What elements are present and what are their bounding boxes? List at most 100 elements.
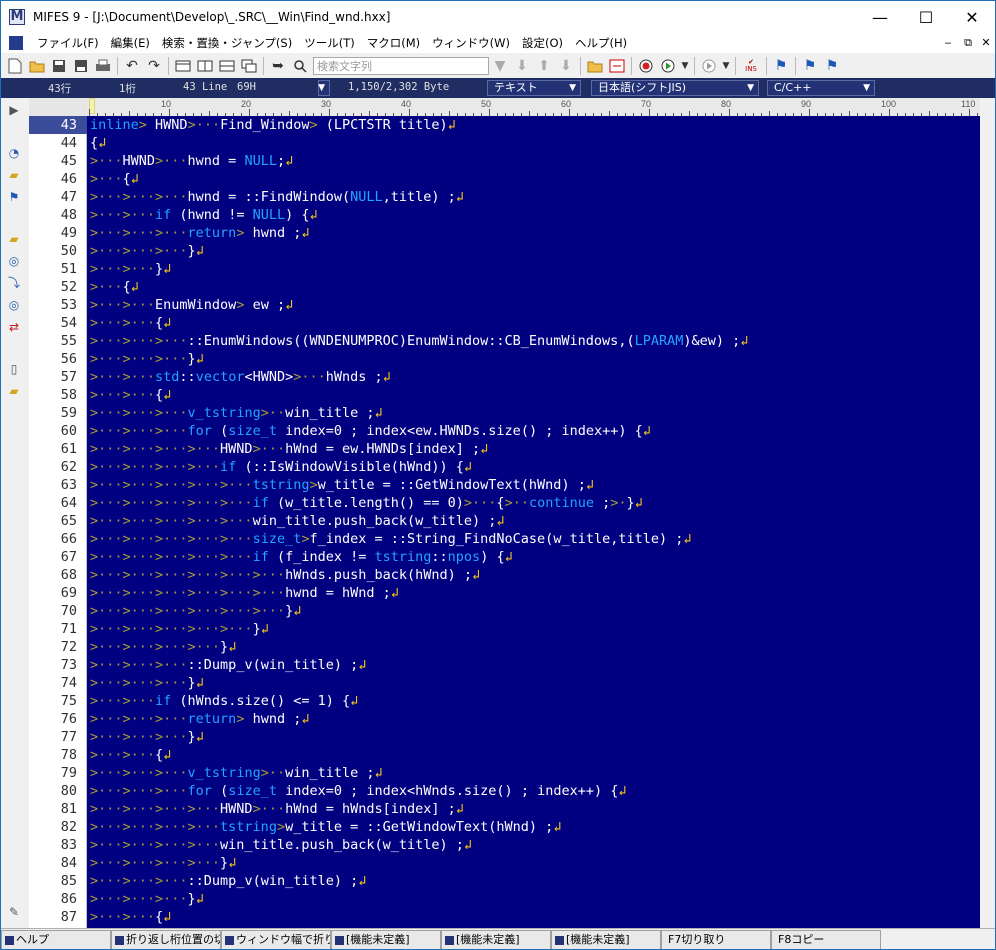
side-replace-icon[interactable]: ◎ — [5, 297, 23, 313]
code-line[interactable]: >···>···>···>···}↲ — [90, 638, 236, 656]
document-icon[interactable] — [9, 36, 23, 50]
line-number[interactable]: 67 — [29, 548, 77, 566]
line-number[interactable]: 59 — [29, 404, 77, 422]
line-number[interactable]: 66 — [29, 530, 77, 548]
flag-icon[interactable]: ⚑ — [770, 55, 792, 77]
title-bar[interactable]: M MIFES 9 - [J:\Document\Develop\_.SRC\_… — [1, 1, 995, 33]
line-number[interactable]: 78 — [29, 746, 77, 764]
code-line[interactable]: >···>···>···::EnumWindows((WNDENUMPROC)E… — [90, 332, 748, 350]
save-all-icon[interactable] — [70, 55, 92, 77]
menu-tools[interactable]: ツール(T) — [298, 33, 361, 53]
tile-icon[interactable] — [216, 55, 238, 77]
mode-dropdown[interactable]: テキスト ▼ — [487, 80, 581, 96]
code-line[interactable]: >···>···>···hwnd = ::FindWindow(NULL,tit… — [90, 188, 464, 206]
line-number[interactable]: 57 — [29, 368, 77, 386]
menu-edit[interactable]: 編集(E) — [105, 33, 156, 53]
line-number[interactable]: 45 — [29, 152, 77, 170]
code-line[interactable]: >···>···>···>···>···size_t>f_index = ::S… — [90, 530, 692, 548]
code-line[interactable]: >···>···>···>···}↲ — [90, 854, 236, 872]
line-number[interactable]: 79 — [29, 764, 77, 782]
step-macro-dropdown-icon[interactable]: ▼ — [720, 55, 732, 77]
menu-search[interactable]: 検索・置換・ジャンプ(S) — [156, 33, 298, 53]
code-line[interactable]: >···>···>···return> hwnd ;↲ — [90, 224, 310, 242]
line-number[interactable]: 48 — [29, 206, 77, 224]
jump-icon[interactable]: ➥ — [267, 55, 289, 77]
side-open-folder-icon[interactable]: ▰ — [5, 383, 23, 399]
line-number[interactable]: 62 — [29, 458, 77, 476]
code-line[interactable]: >···>···>···::Dump_v(win_title) ;↲ — [90, 656, 366, 674]
language-dropdown[interactable]: C/C++ ▼ — [767, 80, 875, 96]
code-line[interactable]: >···>···>···>···if (::IsWindowVisible(hW… — [90, 458, 472, 476]
line-number[interactable]: 71 — [29, 620, 77, 638]
side-compare-icon[interactable]: ⇄ — [5, 319, 23, 335]
line-number[interactable]: 47 — [29, 188, 77, 206]
line-number[interactable]: 81 — [29, 800, 77, 818]
line-number[interactable]: 46 — [29, 170, 77, 188]
code-line[interactable]: >···>···{↲ — [90, 314, 171, 332]
side-history-icon[interactable]: ◔ — [5, 145, 23, 161]
play-macro-icon[interactable] — [657, 55, 679, 77]
line-number[interactable]: 83 — [29, 836, 77, 854]
line-number[interactable]: 65 — [29, 512, 77, 530]
code-line[interactable]: >···>···>···::Dump_v(win_title) ;↲ — [90, 872, 366, 890]
line-number[interactable]: 72 — [29, 638, 77, 656]
code-line[interactable]: >···>···{↲ — [90, 746, 171, 764]
side-new-file-icon[interactable]: ▯ — [5, 361, 23, 377]
line-number[interactable]: 55 — [29, 332, 77, 350]
line-number[interactable]: 50 — [29, 242, 77, 260]
code-line[interactable]: >···>···>···>···HWND>···hWnd = hWnds[ind… — [90, 800, 464, 818]
line-number-gutter[interactable]: 43 44 45 46 47 48 49 50 51 52 53 54 55 56 57 58 59 60 61 62… — [29, 116, 87, 928]
code-line[interactable]: >···>···>···>···>···>···}↲ — [90, 602, 301, 620]
code-line[interactable]: >···>···>···>···>···if (f_index != tstri… — [90, 548, 513, 566]
function-key-4[interactable]: [機能未定義] — [331, 929, 441, 949]
play-macro-dropdown-icon[interactable]: ▼ — [679, 55, 691, 77]
step-macro-icon[interactable] — [698, 55, 720, 77]
side-folder-icon[interactable]: ▰ — [5, 167, 23, 183]
line-number[interactable]: 69 — [29, 584, 77, 602]
line-number[interactable]: 54 — [29, 314, 77, 332]
maximize-button[interactable]: ☐ — [903, 1, 949, 33]
flag-next-icon[interactable]: ⚑ — [821, 55, 843, 77]
save-icon[interactable] — [48, 55, 70, 77]
vertical-scrollbar[interactable] — [980, 98, 995, 928]
char-code-dropdown[interactable]: ▼ — [318, 80, 330, 96]
search-down-icon[interactable]: ⬇ — [511, 55, 533, 77]
line-number[interactable]: 73 — [29, 656, 77, 674]
print-icon[interactable] — [92, 55, 114, 77]
code-line[interactable]: >···>···{↲ — [90, 386, 171, 404]
line-number[interactable]: 80 — [29, 782, 77, 800]
editor-text-area[interactable]: 43 44 45 46 47 48 49 50 51 52 53 54 55 56 57 58 59 60 61 62… — [29, 116, 980, 928]
mdi-restore-button[interactable]: ⧉ — [959, 35, 977, 51]
code-line[interactable]: >···>···>···}↲ — [90, 890, 204, 908]
function-key-8[interactable]: F8コピー — [771, 929, 881, 949]
function-key-1[interactable]: ヘルプ — [1, 929, 111, 949]
code-line[interactable]: >···>···>···return> hwnd ;↲ — [90, 710, 310, 728]
code-line[interactable]: >···>···>···for (size_t index=0 ; index<… — [90, 422, 651, 440]
encoding-dropdown[interactable]: 日本語(シフトJIS) ▼ — [591, 80, 759, 96]
code-line[interactable]: >···>···}↲ — [90, 260, 171, 278]
code-line[interactable]: >···>···>···>···win_title.push_back(w_ti… — [90, 836, 472, 854]
close-button[interactable]: ✕ — [949, 1, 995, 33]
side-edit-icon[interactable]: ✎ — [5, 904, 23, 920]
code-line[interactable]: >···>···>···v_tstring>··win_title ;↲ — [90, 764, 383, 782]
code-line[interactable]: >···>···if (hwnd != NULL) {↲ — [90, 206, 318, 224]
line-number[interactable]: 43 — [29, 116, 77, 134]
line-number[interactable]: 82 — [29, 818, 77, 836]
line-number[interactable]: 76 — [29, 710, 77, 728]
line-number[interactable]: 86 — [29, 890, 77, 908]
side-grep-icon[interactable]: ▰ — [5, 231, 23, 247]
line-number[interactable]: 49 — [29, 224, 77, 242]
code-line[interactable]: >···>···>···>···>···>···hwnd = hWnd ;↲ — [90, 584, 399, 602]
code-line[interactable]: >···>···>···}↲ — [90, 728, 204, 746]
line-number[interactable]: 53 — [29, 296, 77, 314]
mdi-minimize-button[interactable]: ‒ — [939, 35, 957, 51]
function-key-7[interactable]: F7切り取り — [661, 929, 771, 949]
line-number[interactable]: 58 — [29, 386, 77, 404]
line-number[interactable]: 68 — [29, 566, 77, 584]
line-number[interactable]: 85 — [29, 872, 77, 890]
layout-icon[interactable] — [172, 55, 194, 77]
search-prev-icon[interactable]: ▼ — [489, 55, 511, 77]
menu-help[interactable]: ヘルプ(H) — [569, 33, 633, 53]
menu-macro[interactable]: マクロ(M) — [361, 33, 426, 53]
grep-folder-icon[interactable] — [584, 55, 606, 77]
